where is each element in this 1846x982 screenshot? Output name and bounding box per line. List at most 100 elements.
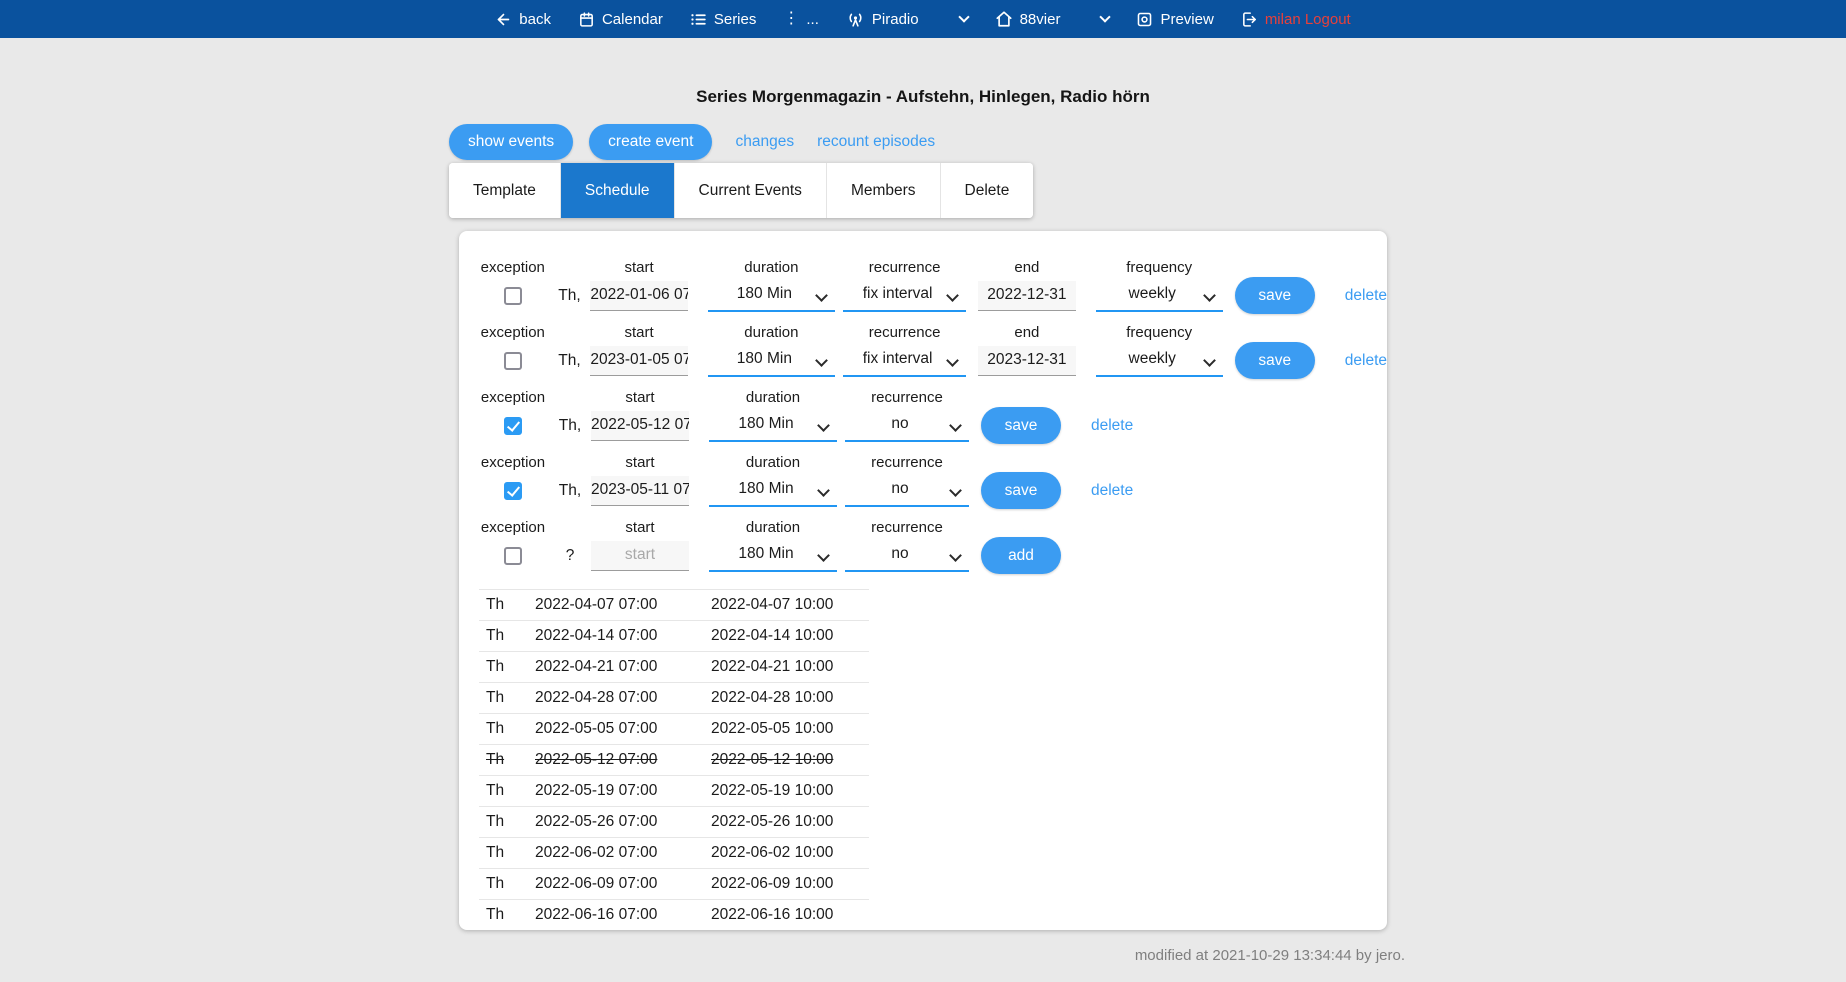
event-day: Th — [479, 906, 535, 924]
nav-logout[interactable]: milan Logout — [1241, 11, 1351, 28]
event-end: 2022-05-19 10:00 — [711, 782, 862, 800]
nav-piradio[interactable]: Piradio — [846, 10, 919, 29]
nav-back[interactable]: back — [495, 11, 551, 28]
frequency-select[interactable]: weekly — [1096, 280, 1223, 312]
exception-checkbox[interactable] — [504, 352, 522, 370]
start-input[interactable] — [590, 346, 687, 376]
calendar-icon — [578, 11, 595, 28]
start-label: start — [624, 257, 653, 278]
event-start: 2022-05-12 07:00 — [535, 751, 711, 769]
recurrence-select[interactable]: fix interval — [843, 280, 966, 312]
end-input[interactable] — [978, 346, 1075, 376]
recount-episodes-link[interactable]: recount episodes — [817, 133, 935, 151]
chevron-down-icon: weekly — [1096, 280, 1223, 312]
tab-members[interactable]: Members — [827, 163, 941, 218]
exception-checkbox[interactable] — [504, 482, 522, 500]
event-row: Th 2022-05-05 07:00 2022-05-05 10:00 — [479, 714, 869, 745]
start-input[interactable] — [590, 281, 687, 311]
events-table: Th 2022-04-07 07:00 2022-04-07 10:00 Th … — [479, 589, 869, 930]
event-start: 2022-05-26 07:00 — [535, 813, 711, 831]
delete-link[interactable]: delete — [1345, 287, 1387, 305]
chevron-down-icon: no — [845, 475, 969, 507]
chevron-down-icon: fix interval — [843, 280, 966, 312]
day-label: Th, — [555, 408, 585, 443]
page-title: Series Morgenmagazin - Aufstehn, Hinlege… — [459, 87, 1387, 107]
delete-link[interactable]: delete — [1091, 417, 1133, 435]
delete-link[interactable]: delete — [1091, 482, 1133, 500]
frequency-label: frequency — [1126, 257, 1192, 278]
save-button[interactable]: save — [981, 472, 1061, 509]
duration-select[interactable]: 180 Min — [709, 410, 837, 442]
recurrence-label: recurrence — [869, 322, 941, 343]
exception-checkbox[interactable] — [504, 287, 522, 305]
start-label: start — [625, 387, 654, 408]
nav-station[interactable]: 88vier — [995, 10, 1061, 28]
nav-calendar[interactable]: Calendar — [578, 11, 663, 28]
chevron-down-icon: fix interval — [843, 345, 966, 377]
delete-link[interactable]: delete — [1345, 352, 1387, 370]
event-end: 2022-05-05 10:00 — [711, 720, 862, 738]
duration-label: duration — [746, 517, 800, 538]
modified-note: modified at 2021-10-29 13:34:44 by jero. — [459, 947, 1405, 964]
nav-more[interactable]: ⋮ ... — [783, 11, 819, 28]
exception-checkbox[interactable] — [504, 417, 522, 435]
duration-select[interactable]: 180 Min — [708, 345, 835, 377]
nav-series[interactable]: Series — [690, 11, 757, 28]
start-input[interactable] — [591, 411, 689, 441]
recurrence-select[interactable]: no — [845, 540, 969, 572]
tab-current-events[interactable]: Current Events — [675, 163, 827, 218]
duration-select[interactable]: 180 Min — [709, 475, 837, 507]
start-input[interactable] — [591, 541, 689, 571]
tab-schedule[interactable]: Schedule — [561, 163, 675, 218]
nav-preview[interactable]: Preview — [1136, 11, 1213, 28]
schedule-rule-row: exception ? start duration 180 Min recur… — [479, 517, 1387, 573]
logout-icon — [1241, 11, 1258, 28]
recurrence-select[interactable]: no — [845, 410, 969, 442]
chevron-down-icon: weekly — [1096, 345, 1223, 377]
event-row: Th 2022-05-12 07:00 2022-05-12 10:00 — [479, 745, 869, 776]
event-row: Th 2022-06-02 07:00 2022-06-02 10:00 — [479, 838, 869, 869]
event-end: 2022-04-07 10:00 — [711, 596, 862, 614]
exception-checkbox[interactable] — [504, 547, 522, 565]
recurrence-select[interactable]: no — [845, 475, 969, 507]
event-day: Th — [479, 689, 535, 707]
day-label: ? — [555, 538, 585, 573]
event-start: 2022-05-19 07:00 — [535, 782, 711, 800]
recurrence-label: recurrence — [869, 257, 941, 278]
start-input[interactable] — [591, 476, 689, 506]
event-row: Th 2022-06-16 07:00 2022-06-16 10:00 — [479, 900, 869, 930]
event-start: 2022-05-05 07:00 — [535, 720, 711, 738]
add-button[interactable]: add — [981, 537, 1061, 574]
recurrence-label: recurrence — [871, 517, 943, 538]
save-button[interactable]: save — [1235, 342, 1315, 379]
chevron-down-icon: 180 Min — [709, 475, 837, 507]
save-button[interactable]: save — [981, 407, 1061, 444]
end-input[interactable] — [978, 281, 1075, 311]
exception-label: exception — [481, 322, 545, 343]
create-event-button[interactable]: create event — [589, 124, 712, 160]
recurrence-label: recurrence — [871, 452, 943, 473]
event-end: 2022-04-21 10:00 — [711, 658, 862, 676]
duration-select[interactable]: 180 Min — [709, 540, 837, 572]
event-row: Th 2022-04-14 07:00 2022-04-14 10:00 — [479, 621, 869, 652]
tab-template[interactable]: Template — [449, 163, 561, 218]
chevron-down-icon — [1100, 11, 1111, 22]
duration-label: duration — [746, 387, 800, 408]
event-row: Th 2022-06-09 07:00 2022-06-09 10:00 — [479, 869, 869, 900]
day-label: Th, — [555, 278, 585, 313]
show-events-button[interactable]: show events — [449, 124, 573, 160]
changes-link[interactable]: changes — [735, 133, 794, 151]
start-label: start — [625, 517, 654, 538]
recurrence-select[interactable]: fix interval — [843, 345, 966, 377]
duration-label: duration — [744, 257, 798, 278]
main-content: Series Morgenmagazin - Aufstehn, Hinlege… — [459, 87, 1387, 964]
event-row: Th 2022-04-07 07:00 2022-04-07 10:00 — [479, 590, 869, 621]
piradio-dropdown[interactable] — [960, 17, 968, 21]
tab-delete[interactable]: Delete — [941, 163, 1034, 218]
duration-select[interactable]: 180 Min — [708, 280, 835, 312]
save-button[interactable]: save — [1235, 277, 1315, 314]
end-label: end — [1014, 257, 1039, 278]
frequency-select[interactable]: weekly — [1096, 345, 1223, 377]
event-day: Th — [479, 720, 535, 738]
station-dropdown[interactable] — [1101, 17, 1109, 21]
